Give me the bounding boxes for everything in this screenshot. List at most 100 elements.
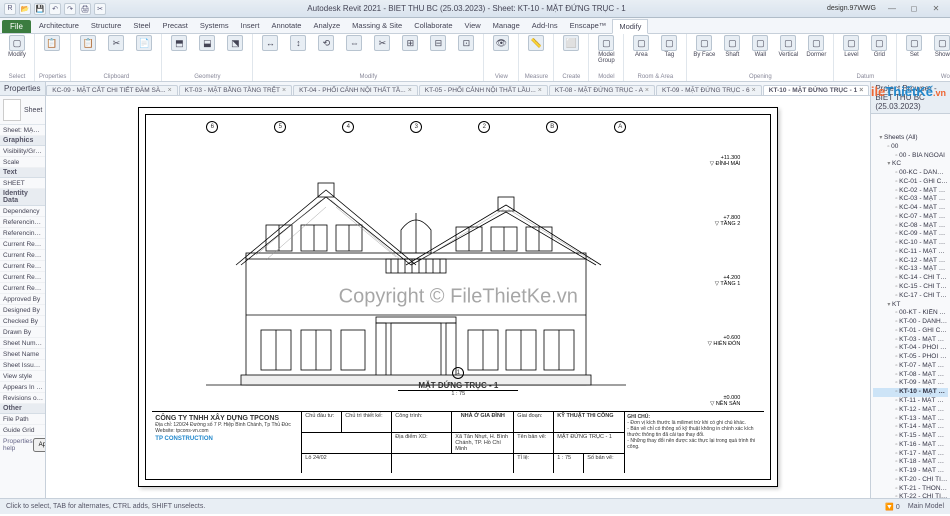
file-tab[interactable]: File xyxy=(2,20,31,33)
property-row[interactable]: Current Revision xyxy=(0,283,45,294)
property-row[interactable]: Guide Grid<None> xyxy=(0,425,45,436)
ribbon-tab[interactable]: Enscape™ xyxy=(564,19,613,33)
document-tab[interactable]: KC-09 - MẶT CẮT CHI TIẾT ĐÀM SÀ...× xyxy=(46,85,177,95)
tree-item[interactable]: KT-18 - MẶT BẰNG HOÀN THIỆN TRẦN TẦNG TR… xyxy=(873,458,948,467)
ribbon-button[interactable]: ▢Modify xyxy=(4,35,30,71)
tree-item[interactable]: KT-12 - MẶT CẮT - 1 xyxy=(873,406,948,415)
property-row[interactable]: Referencing Sh... xyxy=(0,217,45,228)
tree-item[interactable]: KT-03 - MẶT BẰNG TẦNG TRỆT xyxy=(873,336,948,345)
ribbon-button[interactable]: ↕ xyxy=(285,35,311,71)
property-section-header[interactable]: Other xyxy=(0,404,45,414)
property-row[interactable]: Current Revisio... xyxy=(0,261,45,272)
property-section-header[interactable]: Graphics xyxy=(0,136,45,146)
maximize-button[interactable]: ◻ xyxy=(904,3,924,15)
property-row[interactable]: Checked ByChecker xyxy=(0,316,45,327)
ribbon-button[interactable]: ▢Dormer xyxy=(803,35,829,71)
tree-item[interactable]: KC-07 - MẶT BẰNG DẦM SÀN TẦNG 1 xyxy=(873,213,948,222)
close-button[interactable]: ✕ xyxy=(926,3,946,15)
close-tab-icon[interactable]: × xyxy=(859,87,863,94)
tree-item[interactable]: KC-10 - MẶT CẮT CHI TIẾT DẦM SÀN MÁI - 2 xyxy=(873,239,948,248)
ribbon-tab[interactable]: View xyxy=(459,19,487,33)
ribbon-button[interactable]: ⊡ xyxy=(453,35,479,71)
tree-item[interactable]: KT-19 - MẶT BẰNG HOÀN THIỆN TRẦN LẦU 1 xyxy=(873,467,948,476)
properties-type-selector[interactable]: Sheet xyxy=(0,96,45,125)
main-model-label[interactable]: Main Model xyxy=(908,503,944,510)
ribbon-button[interactable]: ⊟ xyxy=(425,35,451,71)
tree-item[interactable]: KT-04 - PHỐI CẢNH NỘI THẤT TẦNG TRỆT xyxy=(873,344,948,353)
tree-item[interactable]: KC-12 - MẶT BẰNG BỐ TRÍ THÉP SÀN TẦNG 3 xyxy=(873,257,948,266)
document-tab[interactable]: KT-09 - MẶT ĐỨNG TRỤC - 6× xyxy=(656,85,762,95)
ribbon-button[interactable]: ↔ xyxy=(257,35,283,71)
tree-item[interactable]: KT-05 - PHỐI CẢNH NỘI THẤT LẦU 1 xyxy=(873,353,948,362)
ribbon-button[interactable]: ▢Area xyxy=(628,35,654,71)
property-row[interactable]: Sheet NameMẶT ĐỨNG TRỤ... xyxy=(0,349,45,360)
property-row[interactable]: SHEETKT xyxy=(0,178,45,189)
ribbon-button[interactable]: ▢Show xyxy=(929,35,950,71)
document-tab[interactable]: KT-05 - PHỐI CẢNH NỘI THẤT LẦU...× xyxy=(419,85,548,95)
ribbon-button[interactable]: ✂ xyxy=(369,35,395,71)
document-tab[interactable]: KT-03 - MẶT BẰNG TẦNG TRỆT× xyxy=(179,85,292,95)
property-row[interactable]: Current Revisio... xyxy=(0,272,45,283)
properties-help-link[interactable]: Properties help xyxy=(3,438,33,452)
tree-item[interactable]: KC-17 - CHI TIẾT THÉP THANG xyxy=(873,292,948,301)
tree-item[interactable]: 00-KC - DANH MỤC BẢN VẼ KẾT CẤU xyxy=(873,169,948,178)
tree-item[interactable]: KC-14 - CHI TIẾT THÉP ĐAI CỌC xyxy=(873,274,948,283)
property-row[interactable]: DependencyIndependent xyxy=(0,206,45,217)
qat-button[interactable]: ↶ xyxy=(49,3,61,15)
tree-item[interactable]: KT-10 - MẶT ĐỨNG TRỤC - 1 xyxy=(873,388,948,397)
ribbon-tab[interactable]: Add-Ins xyxy=(526,19,564,33)
close-tab-icon[interactable]: × xyxy=(282,87,286,94)
tree-item[interactable]: KT-08 - MẶT ĐỨNG TRỤC - A xyxy=(873,371,948,380)
close-tab-icon[interactable]: × xyxy=(408,87,412,94)
tree-item[interactable]: KT-13 - MẶT CẮT - 2 xyxy=(873,415,948,424)
ribbon-button[interactable]: ⟲ xyxy=(313,35,339,71)
ribbon-tab[interactable]: Analyze xyxy=(307,19,346,33)
tree-item[interactable]: KT-20 - CHI TIẾT CỬA ĐI xyxy=(873,476,948,485)
qat-button[interactable]: 💾 xyxy=(34,3,46,15)
property-row[interactable]: Drawn ByAuthor xyxy=(0,327,45,338)
document-tab[interactable]: KT-10 - MẶT ĐỨNG TRỤC - 1× xyxy=(763,85,870,95)
tree-item[interactable]: KC-02 - MẶT BẰNG ĐỊNH VỊ CỌC ĐÁ GIẰNG xyxy=(873,187,948,196)
close-tab-icon[interactable]: × xyxy=(752,87,756,94)
property-row[interactable]: Sheet NumberKT-10 xyxy=(0,338,45,349)
ribbon-button[interactable]: ▢Tag xyxy=(656,35,682,71)
tree-item[interactable]: KT-22 - CHI TIẾT TOILET TRỆT xyxy=(873,493,948,498)
tree-item[interactable]: 00 - BÌA NGOÀI xyxy=(873,152,948,161)
tree-item[interactable]: KC xyxy=(873,160,948,169)
ribbon-tab[interactable]: Steel xyxy=(127,19,156,33)
document-tab[interactable]: KT-04 - PHỐI CẢNH NỘI THẤT TẦ...× xyxy=(293,85,418,95)
ribbon-tab[interactable]: Annotate xyxy=(265,19,307,33)
tree-item[interactable]: KC-13 - MẶT BẰNG BỐ TRÍ THÉP SÀN MÁI xyxy=(873,265,948,274)
tree-item[interactable]: KT-09 - MẶT ĐỨNG TRỤC - 6 xyxy=(873,379,948,388)
tree-item[interactable]: KT-15 - MẶT BẰNG XÂY TƯỜNG, ĐỊNH VỊ CỬA … xyxy=(873,432,948,441)
tree-item[interactable]: KC-09 - MẶT CẮT CHI TIẾT DẦM SÀN MÁI - 1 xyxy=(873,230,948,239)
ribbon-tab[interactable]: Manage xyxy=(487,19,526,33)
qat-button[interactable]: 🖨 xyxy=(79,3,91,15)
ribbon-button[interactable]: ⊞ xyxy=(397,35,423,71)
tree-item[interactable]: KC-03 - MẶT BẰNG DẦM XIỂNG xyxy=(873,195,948,204)
drawing-canvas[interactable]: 65432BA xyxy=(46,96,870,498)
close-tab-icon[interactable]: × xyxy=(168,87,172,94)
tree-item[interactable]: KT-00 - DANH MỤC BẢN VẼ KIẾN TRÚC xyxy=(873,318,948,327)
property-row[interactable]: Sheet Issue Date12/05/21 xyxy=(0,360,45,371)
qat-button[interactable]: R xyxy=(4,3,16,15)
tree-item[interactable]: 00 xyxy=(873,143,948,152)
ribbon-button[interactable]: 👁 xyxy=(488,35,514,71)
ribbon-tab[interactable]: Insert xyxy=(235,19,266,33)
ribbon-button[interactable]: ⬒ xyxy=(166,35,192,71)
qat-button[interactable]: ✂ xyxy=(94,3,106,15)
qat-button[interactable]: 📂 xyxy=(19,3,31,15)
tree-item[interactable]: KC-11 - MẶT BẰNG BỐ TRÍ THÉP SÀN TẦNG 2 xyxy=(873,248,948,257)
property-row[interactable]: Revisions on Sh...Edit... xyxy=(0,393,45,404)
ribbon-button[interactable]: ▢By Face xyxy=(691,35,717,71)
ribbon-button[interactable]: ⬔ xyxy=(222,35,248,71)
property-row[interactable]: View style xyxy=(0,371,45,382)
minimize-button[interactable]: — xyxy=(882,3,902,15)
tree-item[interactable]: KT-16 - MẶT BẰNG HOÀN THIỆN SÀN TẦNG TRỆ… xyxy=(873,441,948,450)
ribbon-tab[interactable]: Systems xyxy=(194,19,235,33)
ribbon-button[interactable]: ✂ xyxy=(103,35,129,71)
ribbon-button[interactable]: 📋 xyxy=(75,35,101,71)
ribbon-tab[interactable]: Modify xyxy=(612,19,648,34)
property-row[interactable]: Approved ByApprover xyxy=(0,294,45,305)
property-row[interactable]: Visibility/Graphi...Edit... xyxy=(0,146,45,157)
